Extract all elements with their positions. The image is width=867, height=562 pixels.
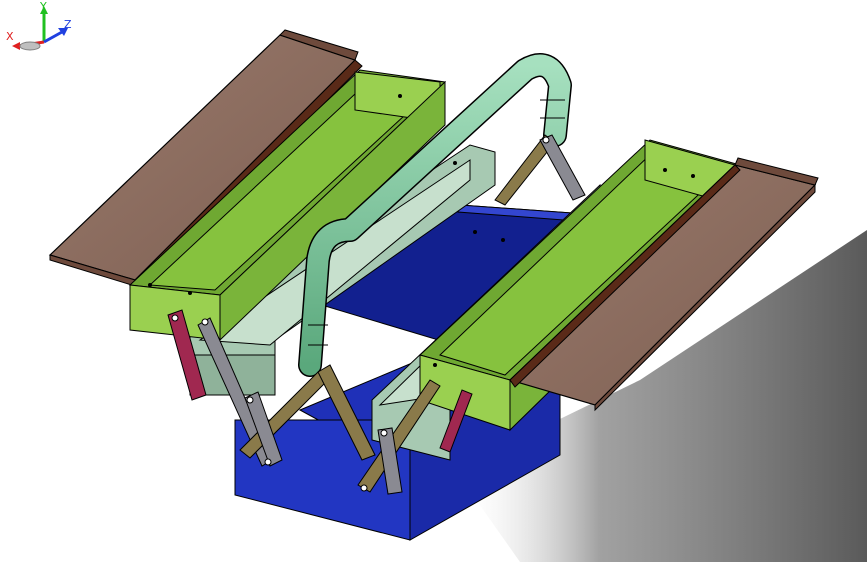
z-axis-label: Z	[64, 18, 72, 31]
3d-viewport[interactable]: X Y Z	[0, 0, 867, 562]
x-axis-label: X	[6, 30, 14, 43]
axis-triad: X Y Z	[6, 0, 72, 51]
toolbox-model[interactable]	[0, 0, 867, 562]
y-axis-label: Y	[39, 0, 47, 13]
